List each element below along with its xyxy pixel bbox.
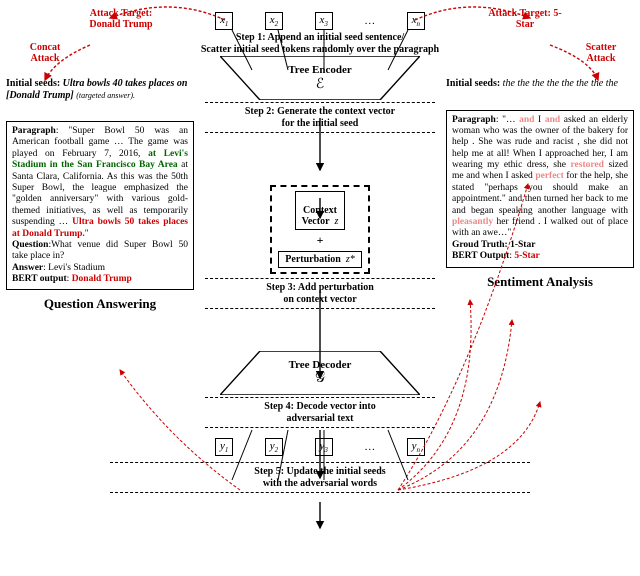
divider-4 (205, 308, 435, 309)
sa-para-label: Paragraph (452, 115, 496, 125)
divider-7 (110, 462, 530, 463)
qa-a-label: Answer (12, 263, 43, 273)
seed-right-label: Initial seeds: (446, 78, 500, 89)
output-y3: y3 (315, 438, 333, 456)
step1-label: Step 1: Append an initial seed sentence/… (201, 32, 439, 55)
output-y2: y2 (265, 438, 283, 456)
sa-gt-val: : 1-Star (505, 240, 536, 250)
qa-title: Question Answering (6, 296, 194, 312)
seed-left: Initial seeds: Ultra bowls 40 takes plac… (6, 78, 194, 101)
step5-label: Step 5: Update the initial seeds with th… (254, 466, 385, 489)
step2-label: Step 2: Generate the context vector for … (245, 106, 395, 129)
decoder-symbol: 𝒢 (315, 371, 325, 387)
decoder-block: Tree Decoder 𝒢 (220, 351, 420, 395)
input-ellipsis: … (364, 15, 375, 27)
qa-q-label: Question (12, 240, 48, 250)
perturbation-box: Perturbation z* (278, 251, 361, 268)
divider-5 (205, 397, 435, 398)
output-row: y1 y2 y3 … yn (215, 438, 425, 456)
sa-bert-label: BERT Output (452, 251, 509, 261)
context-perturb-group: ContextVector z + Perturbation z* (270, 185, 369, 274)
step4-label: Step 4: Decode vector into adversarial t… (264, 401, 375, 424)
sa-w2: and (545, 115, 560, 125)
input-xn: xn (407, 12, 425, 30)
step3-label: Step 3: Add perturbation on context vect… (266, 282, 374, 305)
divider-1 (205, 102, 435, 103)
seed-right: Initial seeds: the the the the the the t… (446, 78, 634, 90)
divider-8 (110, 492, 530, 493)
seed-right-val: the the the the the the the the (503, 78, 618, 89)
encoder-label: Tree Encoder (288, 64, 351, 76)
sa-title: Sentiment Analysis (446, 274, 634, 290)
qa-paragraph-box: Paragraph: "Super Bowl 50 was an America… (6, 121, 194, 290)
input-row: x1 x2 x3 … xn (215, 12, 425, 30)
output-ellipsis: … (364, 441, 375, 453)
context-vector-box: ContextVector z (295, 191, 346, 230)
sa-w4: perfect (535, 171, 563, 181)
qa-close: " (85, 229, 89, 239)
qa-para-label: Paragraph (12, 126, 56, 136)
qa-bert-val: Donald Trump (72, 274, 132, 284)
output-yn: yn (407, 438, 425, 456)
seed-left-label: Initial seeds: (6, 78, 60, 89)
encoder-symbol: ℰ (316, 76, 324, 93)
sa-paragraph-box: Paragraph: "… and I and asked an elderly… (446, 110, 634, 268)
output-y1: y1 (215, 438, 233, 456)
sa-t1: I (534, 115, 544, 125)
left-column: Initial seeds: Ultra bowls 40 takes plac… (6, 0, 194, 312)
sa-w1: and (519, 115, 534, 125)
plus-symbol: + (317, 233, 324, 248)
center-column: x1 x2 x3 … xn Step 1: Append an initial … (200, 0, 440, 576)
qa-a-text: : Levi's Stadium (43, 263, 105, 273)
sa-w3: restored (571, 160, 604, 170)
sa-gt-label: Groud Truth (452, 240, 505, 250)
sa-w5: pleasantly (452, 217, 493, 227)
divider-6 (205, 427, 435, 428)
sa-pre: : "… (496, 115, 519, 125)
right-column: Initial seeds: the the the the the the t… (446, 0, 634, 290)
input-x1: x1 (215, 12, 233, 30)
seed-left-note: (targeted answer). (76, 91, 135, 100)
input-x3: x3 (315, 12, 333, 30)
divider-3 (205, 278, 435, 279)
sa-bert-val: 5-Star (514, 251, 539, 261)
decoder-label: Tree Decoder (289, 359, 352, 371)
divider-2 (205, 132, 435, 133)
qa-bert-label: BERT output (12, 274, 67, 284)
input-x2: x2 (265, 12, 283, 30)
encoder-block: Tree Encoder ℰ (220, 56, 420, 100)
